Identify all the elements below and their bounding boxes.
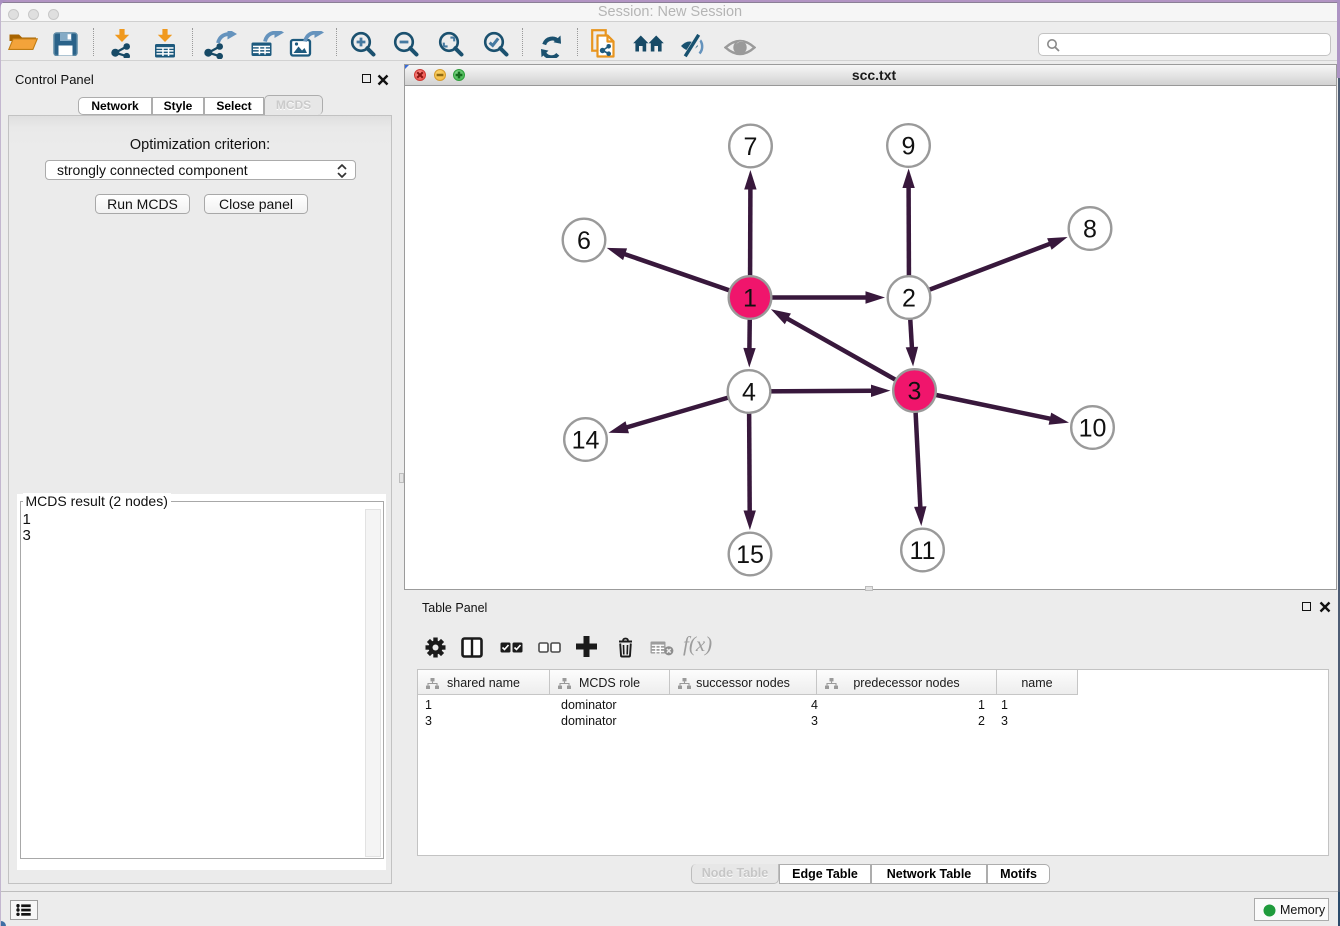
svg-text:9: 9 xyxy=(902,133,916,161)
svg-text:15: 15 xyxy=(736,541,764,569)
svg-text:4: 4 xyxy=(742,379,756,407)
svg-text:3: 3 xyxy=(908,378,922,406)
svg-text:8: 8 xyxy=(1083,216,1097,244)
svg-text:1: 1 xyxy=(743,285,757,313)
svg-text:7: 7 xyxy=(744,133,758,161)
svg-text:11: 11 xyxy=(910,537,936,565)
svg-text:10: 10 xyxy=(1079,415,1107,443)
svg-text:14: 14 xyxy=(572,427,600,455)
svg-text:2: 2 xyxy=(902,285,916,313)
svg-text:6: 6 xyxy=(577,227,591,255)
